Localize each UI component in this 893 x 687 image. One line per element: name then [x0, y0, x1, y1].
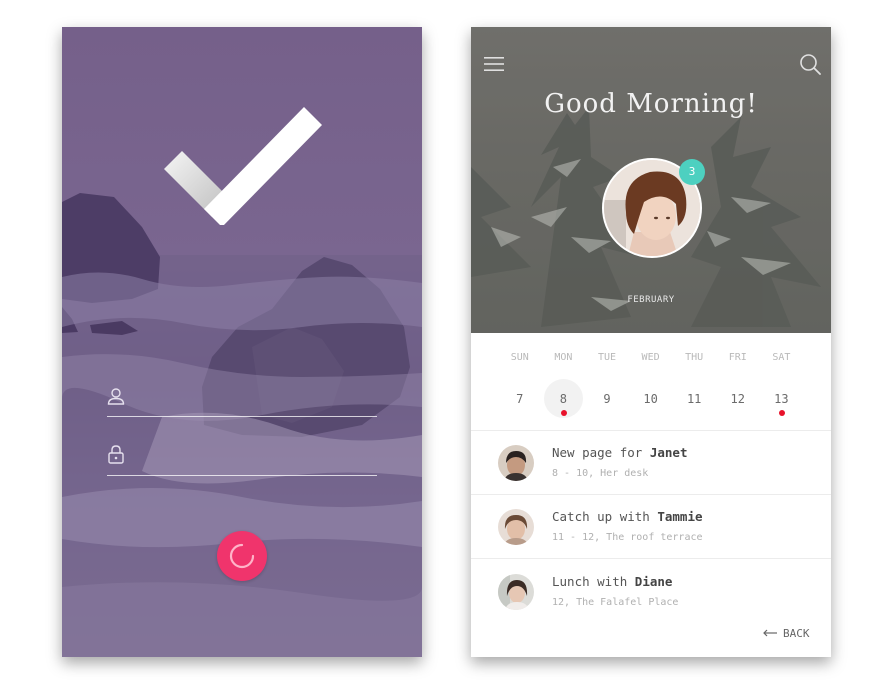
menu-icon[interactable]: [484, 55, 504, 73]
event-dot: [778, 410, 785, 416]
weekday-label: THU: [685, 352, 704, 363]
event-title: Catch up with Tammie: [552, 509, 703, 524]
weekday-label: WED: [641, 352, 660, 363]
event-detail: 11 - 12, The roof terrace: [552, 532, 703, 543]
weekday-label: MON: [554, 352, 573, 363]
user-icon: [107, 388, 125, 405]
password-input[interactable]: [142, 443, 376, 469]
calendar-screen: Good Morning! 3 FEBRUARY SUN MON TUE WED…: [471, 27, 831, 657]
divider: [471, 494, 831, 495]
login-button[interactable]: [217, 531, 267, 581]
event-person: Janet: [649, 445, 688, 460]
weekday-label: FRI: [728, 352, 747, 363]
date-cell[interactable]: 9: [585, 385, 629, 425]
header-hero: Good Morning! 3 FEBRUARY: [471, 27, 831, 333]
date-cell-selected[interactable]: 8: [542, 379, 586, 425]
username-input[interactable]: [142, 385, 376, 411]
username-underline: [107, 416, 377, 417]
event-item[interactable]: Lunch with Diane 12, The Falafel Place: [471, 562, 831, 625]
date-cell[interactable]: 13: [760, 385, 804, 425]
event-detail: 12, The Falafel Place: [552, 597, 679, 608]
month-label: FEBRUARY: [627, 295, 675, 305]
week-dates: 7 8 9 10 11 12 13: [498, 379, 818, 425]
divider: [471, 558, 831, 559]
event-detail: 8 - 10, Her desk: [552, 468, 649, 479]
search-icon[interactable]: [799, 53, 821, 75]
spinner-icon: [229, 543, 255, 569]
divider: [471, 430, 831, 431]
checkmark-icon: [164, 107, 322, 225]
event-item[interactable]: New page for Janet 8 - 10, Her desk: [471, 433, 831, 496]
date-cell[interactable]: 7: [498, 385, 542, 425]
weekday-label: SAT: [772, 352, 791, 363]
login-screen: [62, 27, 422, 657]
password-underline: [107, 475, 377, 476]
lock-icon: [108, 445, 124, 464]
back-arrow-icon: [763, 629, 777, 637]
date-cell[interactable]: 10: [629, 385, 673, 425]
date-cell[interactable]: 11: [672, 385, 716, 425]
event-title: Lunch with Diane: [552, 574, 673, 589]
back-label: BACK: [783, 627, 810, 640]
event-title: New page for Janet: [552, 445, 688, 460]
weekday-header: SUN MON TUE WED THU FRI SAT: [498, 352, 818, 363]
avatar: [498, 574, 534, 610]
avatar: [498, 445, 534, 481]
event-person: Diane: [634, 574, 673, 589]
event-dot: [560, 410, 567, 416]
notification-badge: 3: [679, 159, 705, 185]
event-item[interactable]: Catch up with Tammie 11 - 12, The roof t…: [471, 497, 831, 560]
greeting-title: Good Morning!: [544, 89, 758, 119]
weekday-label: SUN: [510, 352, 529, 363]
back-button[interactable]: BACK: [763, 627, 810, 640]
avatar: [498, 509, 534, 545]
weekday-label: TUE: [597, 352, 617, 363]
event-person: Tammie: [657, 509, 703, 524]
date-cell[interactable]: 12: [716, 385, 760, 425]
